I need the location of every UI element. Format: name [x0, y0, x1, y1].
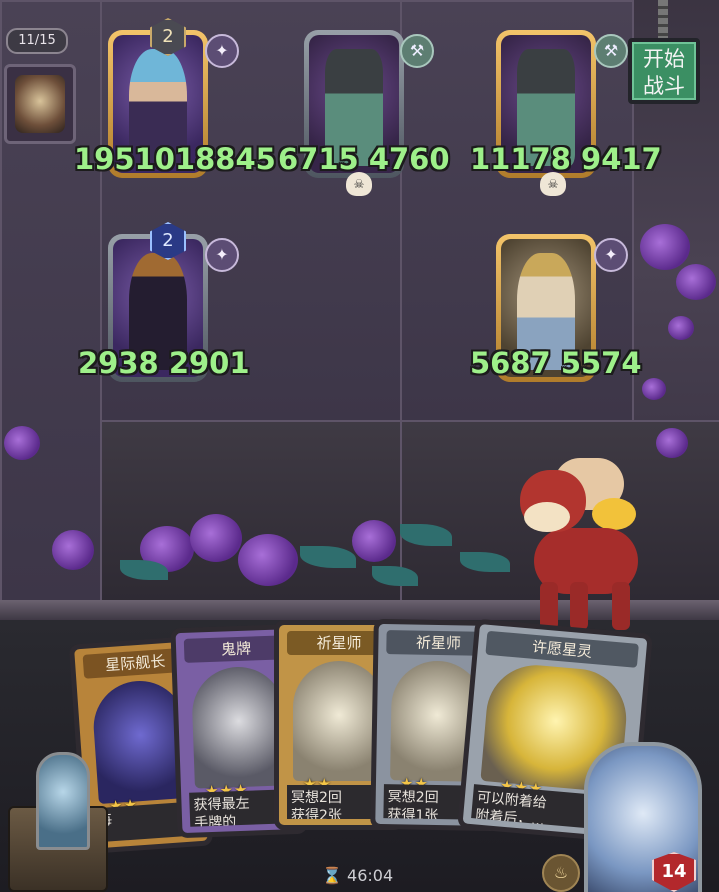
- minion-attack: 6715: [278, 142, 359, 176]
- minion-attack: 2938: [78, 346, 159, 380]
- card-title: 许愿星灵: [485, 630, 639, 668]
- minion-stats-5: 5687 5574: [470, 346, 642, 380]
- rose-decoration: [656, 428, 688, 458]
- hourglass-icon: ⌛: [322, 866, 342, 885]
- game-scene: 11/15 开始 战斗 2 ✦ 1951018845 ⚒ ☠ 6715 4760…: [0, 0, 719, 892]
- deck-pile[interactable]: [8, 752, 108, 892]
- rose-decoration: [352, 520, 396, 562]
- wrench-icon: ⚒: [400, 34, 434, 68]
- torch-icon[interactable]: ♨: [542, 854, 580, 892]
- card-title: 鬼牌: [183, 635, 289, 663]
- star-icon: ✦: [205, 34, 239, 68]
- opponent-face-icon: [15, 75, 65, 133]
- opponent-portrait[interactable]: [4, 64, 76, 144]
- minion-health: 18845: [174, 142, 276, 176]
- minion-attack: 5687: [470, 346, 551, 380]
- minion-attack: 11178: [470, 142, 571, 176]
- minion-stats-1: 1951018845: [74, 142, 276, 176]
- gold-sack-icon: [592, 498, 636, 530]
- star-icon: ✦: [594, 238, 628, 272]
- minion-health: 9417: [581, 142, 662, 176]
- minion-health: 4760: [368, 142, 450, 176]
- minion-stats-3: 11178 9417: [470, 142, 662, 176]
- minion-stats-4: 2938 2901: [78, 346, 250, 380]
- star-icon: ✦: [205, 238, 239, 272]
- pony-leg: [612, 582, 630, 630]
- round-progress: 11/15: [6, 28, 68, 54]
- rose-decoration: [642, 378, 666, 400]
- rose-decoration: [4, 426, 40, 460]
- rose-decoration: [190, 514, 242, 562]
- rose-decoration: [640, 224, 690, 270]
- rose-decoration: [676, 264, 716, 300]
- timer-text: 46:04: [347, 866, 394, 885]
- start-battle-button[interactable]: 开始 战斗: [628, 38, 700, 104]
- pony-leg: [540, 582, 558, 630]
- joker-portrait-icon: [190, 665, 287, 789]
- rose-decoration: [668, 316, 694, 340]
- chain-decoration: [658, 0, 668, 38]
- turn-timer: ⌛ 46:04: [322, 866, 393, 885]
- wrench-icon: ⚒: [594, 34, 628, 68]
- pony-snout: [524, 502, 570, 532]
- rose-decoration: [238, 534, 298, 586]
- minion-attack: 19510: [74, 142, 175, 176]
- pony-mascot[interactable]: [520, 458, 670, 636]
- minion-health: 2901: [168, 346, 250, 380]
- pony-leg: [570, 582, 588, 630]
- rose-decoration: [52, 530, 94, 570]
- minion-stats-2: 6715 4760: [278, 142, 450, 176]
- minion-health: 5574: [560, 346, 642, 380]
- deck-portrait-icon: [36, 752, 90, 850]
